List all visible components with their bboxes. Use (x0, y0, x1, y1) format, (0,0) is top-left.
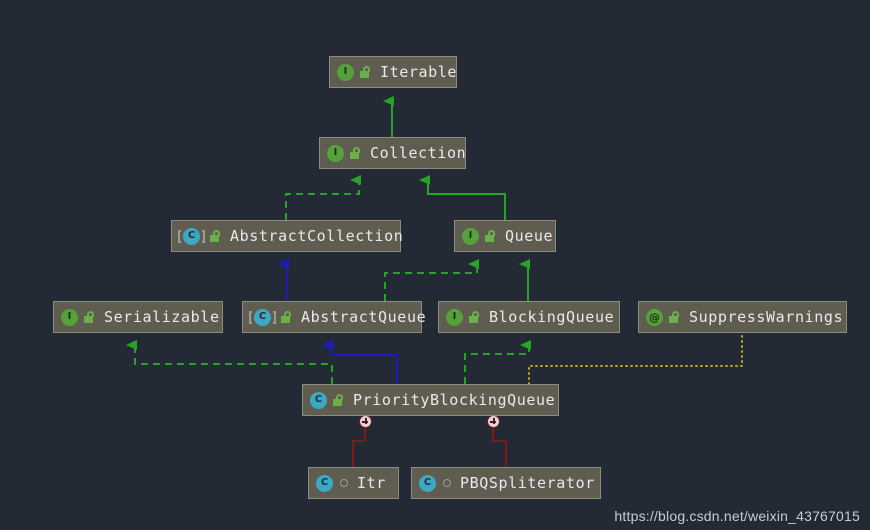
class-node-abstractcollection[interactable]: C AbstractCollection (171, 220, 404, 252)
class-node-blockingqueue[interactable]: I BlockingQueue (438, 301, 620, 333)
public-lock-icon (210, 230, 221, 242)
public-lock-icon (485, 230, 496, 242)
abstract-class-icon: C (178, 227, 205, 245)
class-node-label: BlockingQueue (489, 308, 615, 326)
class-node-suppresswarnings[interactable]: @ SuppressWarnings (638, 301, 847, 333)
public-lock-icon (350, 147, 361, 159)
interface-icon: I (462, 227, 479, 245)
class-node-label: SuppressWarnings (689, 308, 844, 326)
interface-icon: I (337, 63, 354, 81)
class-icon: C (310, 391, 327, 409)
interface-icon: I (446, 308, 463, 326)
inner-class-plus-badge-pbqspliterator (487, 415, 500, 428)
class-node-priorityblockingqueue[interactable]: C PriorityBlockingQueue (302, 384, 559, 416)
edge-pbq-to-itr (352, 428, 366, 467)
class-node-label: PBQSpliterator (460, 474, 595, 492)
annotation-icon: @ (646, 308, 663, 326)
class-node-queue[interactable]: I Queue (454, 220, 556, 252)
public-lock-icon (669, 311, 680, 323)
class-icon: C (316, 474, 333, 492)
public-lock-icon (281, 311, 292, 323)
class-node-label: Queue (505, 227, 554, 245)
public-lock-icon (469, 311, 480, 323)
edge-abstractcollection-to-collection (285, 175, 361, 220)
class-icon: C (419, 474, 436, 492)
class-node-label: Iterable (380, 63, 458, 81)
class-node-label: Itr (357, 474, 386, 492)
edge-pbq-to-serializable (126, 340, 333, 384)
abstract-class-icon: C (249, 308, 276, 326)
class-node-abstractqueue[interactable]: C AbstractQueue (242, 301, 426, 333)
class-node-collection[interactable]: I Collection (319, 137, 466, 169)
edge-pbq-to-suppresswarnings (528, 333, 743, 385)
public-lock-icon (360, 66, 371, 78)
edge-pbq-to-blockingqueue (464, 340, 531, 384)
class-node-label: Collection (370, 144, 467, 162)
class-node-pbqspliterator[interactable]: C PBQSpliterator (411, 467, 601, 499)
watermark-text: https://blog.csdn.net/weixin_43767015 (614, 508, 860, 524)
edge-queue-to-collection (419, 175, 506, 220)
package-private-dot-icon (340, 479, 348, 487)
edge-blockingqueue-to-queue (384, 259, 479, 301)
class-node-label: PriorityBlockingQueue (353, 391, 556, 409)
edge-pbq-to-abstractqueue (322, 340, 398, 384)
class-node-label: AbstractCollection (230, 227, 404, 245)
inner-class-plus-badge-itr (359, 415, 372, 428)
class-node-serializable[interactable]: I Serializable (53, 301, 223, 333)
public-lock-icon (84, 311, 95, 323)
interface-icon: I (61, 308, 78, 326)
interface-icon: I (327, 144, 344, 162)
edge-pbq-to-pbqspliterator (492, 428, 507, 467)
package-private-dot-icon (443, 479, 451, 487)
class-node-itr[interactable]: C Itr (308, 467, 399, 499)
public-lock-icon (333, 394, 344, 406)
uml-diagram-canvas: I Iterable I Collection C AbstractCollec… (0, 0, 870, 530)
class-node-label: AbstractQueue (301, 308, 427, 326)
class-node-iterable[interactable]: I Iterable (329, 56, 457, 88)
class-node-label: Serializable (104, 308, 220, 326)
